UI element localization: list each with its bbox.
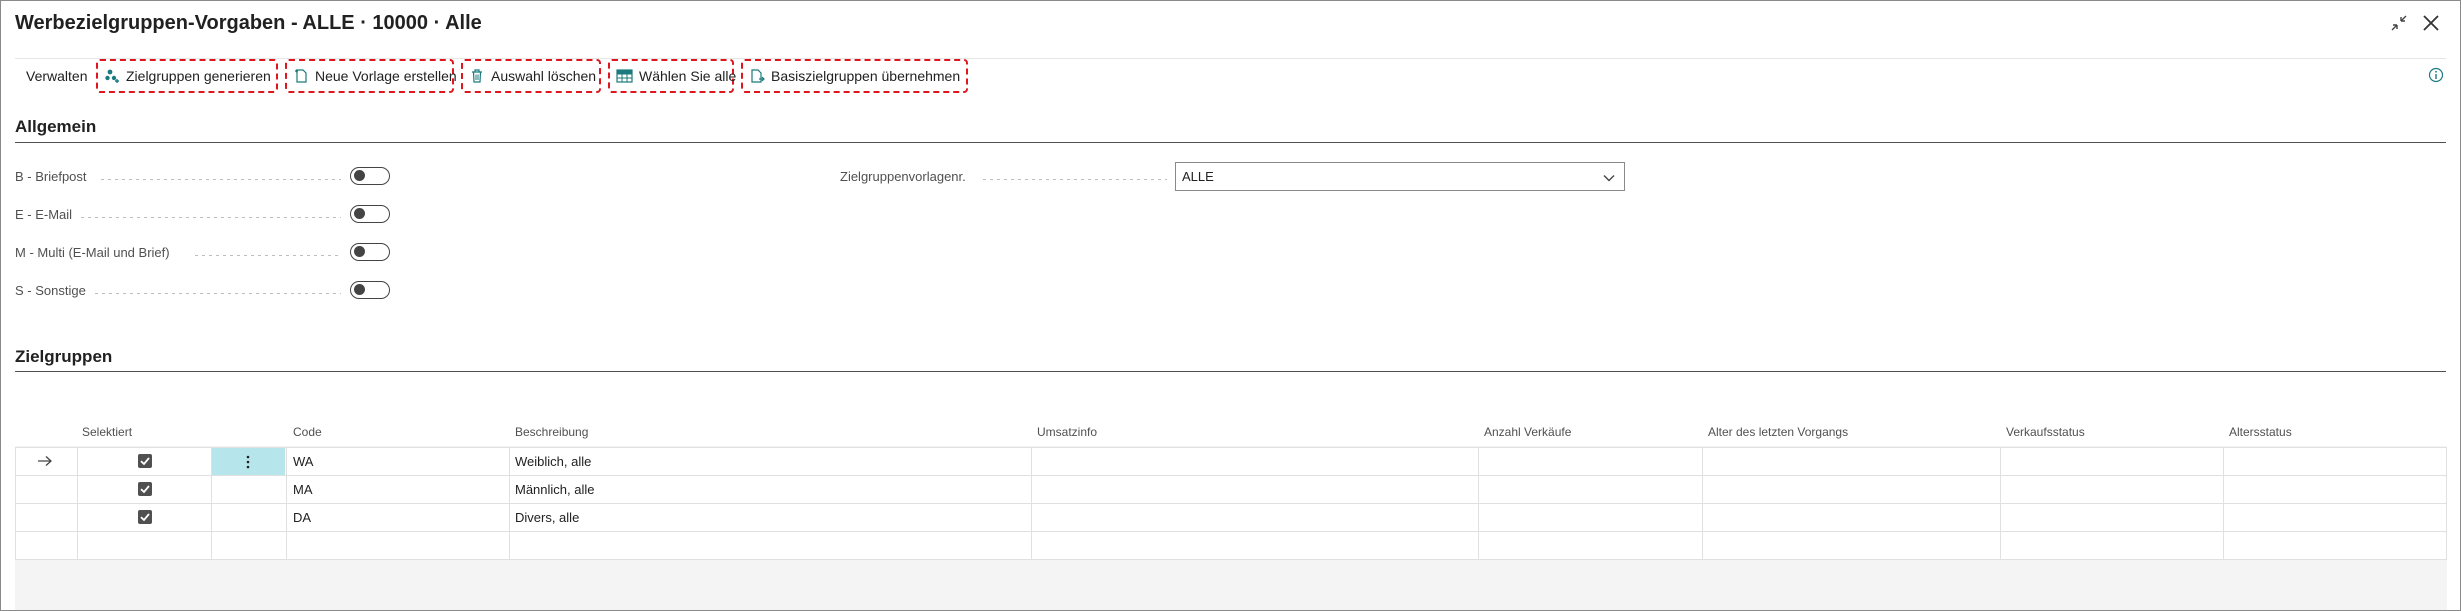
trash-icon bbox=[472, 69, 482, 83]
page-title: Werbezielgruppen-Vorgaben - ALLE · 10000… bbox=[15, 12, 482, 34]
column-header-age-status[interactable]: Altersstatus bbox=[2229, 425, 2292, 439]
template-no-label: Zielgruppenvorlagenr. bbox=[840, 169, 966, 184]
general-section-rule bbox=[15, 142, 2446, 143]
new-document-icon bbox=[295, 69, 307, 83]
column-divider bbox=[1478, 447, 1479, 559]
selected-checkbox[interactable] bbox=[138, 510, 152, 524]
description-cell[interactable]: Divers, alle bbox=[515, 510, 579, 525]
briefpost-label: B - Briefpost bbox=[15, 169, 87, 184]
select-all-button[interactable]: Wählen Sie alle bbox=[608, 59, 737, 93]
column-divider bbox=[15, 447, 16, 559]
template-no-value: ALLE bbox=[1182, 169, 1214, 184]
column-header-code[interactable]: Code bbox=[293, 425, 322, 439]
table-row-fill bbox=[15, 503, 2447, 531]
current-row-arrow-icon bbox=[38, 456, 52, 466]
check-icon bbox=[140, 513, 150, 522]
groups-section-title[interactable]: Zielgruppen bbox=[15, 347, 112, 367]
table-row-fill bbox=[15, 447, 2447, 475]
row-divider bbox=[15, 503, 2447, 504]
select-all-icon bbox=[616, 69, 633, 83]
close-icon[interactable] bbox=[2419, 11, 2443, 35]
generate-groups-button[interactable]: Zielgruppen generieren bbox=[96, 59, 278, 93]
column-divider bbox=[1702, 447, 1703, 559]
email-label: E - E-Mail bbox=[15, 207, 73, 222]
check-icon bbox=[140, 485, 150, 494]
sonstige-toggle[interactable] bbox=[350, 281, 390, 299]
dialog-window: Werbezielgruppen-Vorgaben - ALLE · 10000… bbox=[0, 0, 2461, 611]
column-divider bbox=[1031, 447, 1032, 559]
check-icon bbox=[140, 457, 150, 466]
column-divider bbox=[2446, 447, 2447, 559]
collapse-arrows-icon[interactable] bbox=[2387, 11, 2411, 35]
info-icon[interactable] bbox=[2428, 67, 2444, 88]
column-divider bbox=[2223, 447, 2224, 559]
multi-label: M - Multi (E-Mail und Brief) bbox=[15, 245, 170, 260]
chevron-down-icon bbox=[1603, 175, 1615, 182]
column-header-sales-status[interactable]: Verkaufsstatus bbox=[2006, 425, 2085, 439]
column-header-last-activity-age[interactable]: Alter des letzten Vorgangs bbox=[1708, 425, 1848, 439]
select-all-label: Wählen Sie alle bbox=[639, 68, 737, 84]
column-divider bbox=[509, 447, 510, 559]
column-divider bbox=[77, 447, 78, 559]
selected-checkbox[interactable] bbox=[138, 454, 152, 468]
leader-dots bbox=[983, 179, 1167, 180]
sonstige-label: S - Sonstige bbox=[15, 283, 86, 298]
row-divider bbox=[15, 447, 2447, 448]
briefpost-toggle[interactable] bbox=[350, 167, 390, 185]
description-cell[interactable]: Männlich, alle bbox=[515, 482, 595, 497]
leader-dots bbox=[95, 293, 341, 294]
code-cell[interactable]: MA bbox=[293, 482, 313, 497]
toggle-knob bbox=[354, 284, 365, 295]
table-row-fill bbox=[15, 531, 2447, 559]
clear-selection-label: Auswahl löschen bbox=[491, 68, 597, 84]
apply-base-groups-button[interactable]: Basiszielgruppen übernehmen bbox=[741, 59, 968, 93]
toggle-knob bbox=[354, 208, 365, 219]
groups-section-rule bbox=[15, 371, 2446, 372]
selected-checkbox[interactable] bbox=[138, 482, 152, 496]
row-divider bbox=[15, 531, 2447, 532]
import-document-icon bbox=[751, 69, 765, 83]
leader-dots bbox=[101, 179, 341, 180]
column-header-description[interactable]: Beschreibung bbox=[515, 425, 588, 439]
column-divider bbox=[286, 447, 287, 559]
new-template-label: Neue Vorlage erstellen bbox=[315, 68, 457, 84]
multi-toggle[interactable] bbox=[350, 243, 390, 261]
toggle-knob bbox=[354, 246, 365, 257]
clear-selection-button[interactable]: Auswahl löschen bbox=[461, 59, 601, 93]
column-divider bbox=[211, 447, 212, 559]
column-divider bbox=[2000, 447, 2001, 559]
generate-groups-icon bbox=[105, 69, 119, 83]
more-vertical-icon[interactable] bbox=[245, 454, 251, 470]
manage-menu[interactable]: Verwalten bbox=[26, 59, 87, 93]
row-divider bbox=[15, 475, 2447, 476]
code-cell[interactable]: WA bbox=[293, 454, 313, 469]
template-no-select[interactable]: ALLE bbox=[1175, 162, 1625, 191]
column-header-sales-count[interactable]: Anzahl Verkäufe bbox=[1484, 425, 1571, 439]
manage-label: Verwalten bbox=[26, 68, 88, 84]
leader-dots bbox=[195, 255, 341, 256]
toggle-knob bbox=[354, 170, 365, 181]
generate-groups-label: Zielgruppen generieren bbox=[126, 68, 271, 84]
description-cell[interactable]: Weiblich, alle bbox=[515, 454, 591, 469]
new-template-button[interactable]: Neue Vorlage erstellen bbox=[285, 59, 457, 93]
row-divider bbox=[15, 559, 2447, 560]
table-row-fill bbox=[15, 475, 2447, 503]
apply-base-groups-label: Basiszielgruppen übernehmen bbox=[771, 68, 961, 84]
general-section-title[interactable]: Allgemein bbox=[15, 117, 96, 137]
leader-dots bbox=[81, 217, 341, 218]
code-cell[interactable]: DA bbox=[293, 510, 311, 525]
email-toggle[interactable] bbox=[350, 205, 390, 223]
row-menu-cell[interactable] bbox=[211, 448, 285, 475]
column-header-sales-info[interactable]: Umsatzinfo bbox=[1037, 425, 1097, 439]
column-header-selected[interactable]: Selektiert bbox=[82, 425, 132, 439]
